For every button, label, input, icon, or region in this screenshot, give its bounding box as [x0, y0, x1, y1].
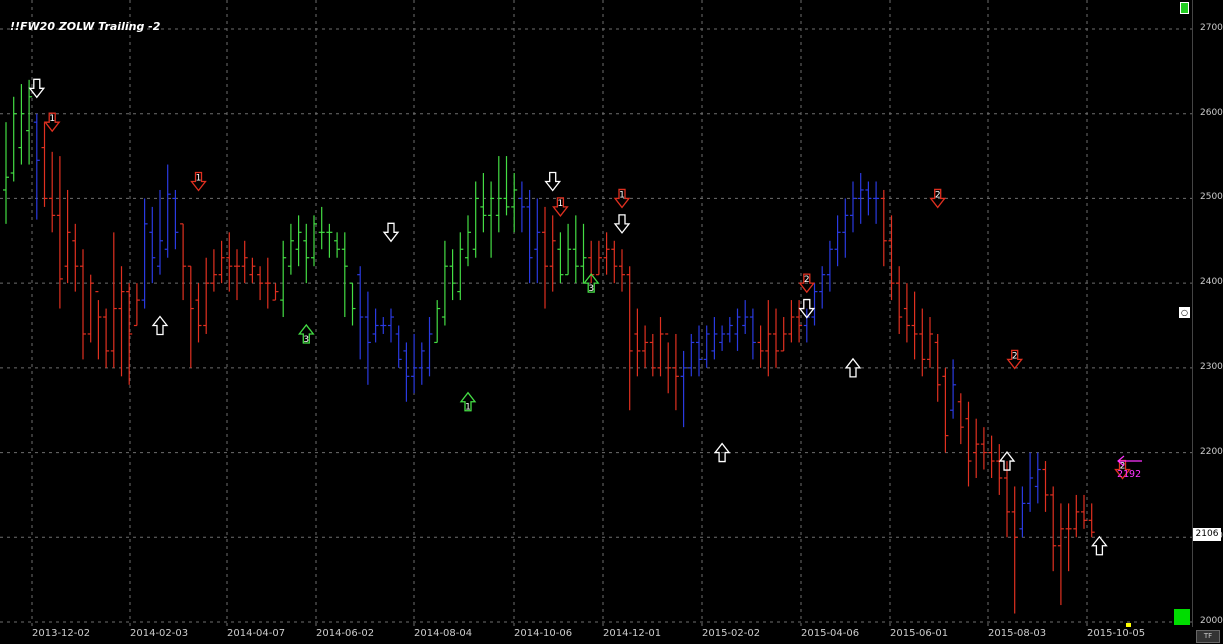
x-tick-label: 2014-04-07	[227, 628, 286, 639]
signal-label: 1	[465, 403, 471, 413]
signal-label: 1	[619, 190, 625, 200]
x-tick-label: 2014-08-04	[414, 628, 473, 639]
green-block-icon[interactable]	[1174, 609, 1190, 625]
signal-arrow-down	[613, 214, 631, 234]
y-tick-label: 2600	[1200, 107, 1223, 118]
x-tick-label: 2014-02-03	[130, 628, 189, 639]
signal-label: 2	[1012, 351, 1018, 361]
y-tick-label: 2500	[1200, 192, 1223, 203]
x-tick-label: 2015-10-05	[1087, 628, 1146, 639]
signal-arrow-down	[544, 171, 562, 192]
signal-label: 1	[196, 173, 202, 183]
signal-arrow-down	[28, 78, 46, 99]
x-tick-label: 2015-02-02	[702, 628, 761, 639]
y-tick-label: 2000	[1200, 616, 1223, 626]
y-tick-label: 2700	[1200, 23, 1223, 33]
signal-arrow-up	[1091, 535, 1108, 556]
signal-arrow-down	[382, 222, 400, 243]
time-axis[interactable]: 2013-12-02 2014-02-03 2014-04-07 2014-06-02…	[0, 627, 1192, 644]
last-price-badge: 2106	[1193, 528, 1221, 541]
x-tick-label: 2015-08-03	[988, 628, 1047, 639]
x-tick-label: 2014-06-02	[316, 628, 375, 639]
signal-label: 3	[303, 335, 309, 345]
timeframe-button[interactable]: TF	[1196, 630, 1220, 643]
y-tick-label: 2300	[1200, 361, 1223, 372]
x-tick-label: 2015-06-01	[890, 628, 949, 639]
signal-label: 3	[588, 284, 594, 294]
price-annotation-label: 2192	[1117, 469, 1142, 480]
x-tick-label: 2014-12-01	[603, 628, 662, 639]
x-tick-label: 2014-10-06	[514, 628, 573, 639]
signal-arrow-up	[151, 315, 169, 336]
signal-label: 2	[804, 275, 810, 285]
chart-area[interactable]: 11311312222 !!FW20 ZOLW Trailing -2 ○ 21…	[0, 0, 1192, 628]
y-tick-label: 2400	[1200, 277, 1223, 288]
signal-label: 1	[558, 199, 564, 209]
x-tick-label: 2015-04-06	[801, 628, 860, 639]
circle-icon[interactable]: ○	[1179, 307, 1190, 318]
y-tick-label: 2200	[1200, 446, 1223, 457]
signal-arrow-up	[844, 357, 862, 378]
chart-title: !!FW20 ZOLW Trailing -2	[10, 20, 161, 33]
x-tick-label: 2013-12-02	[32, 628, 91, 639]
signal-label: 1	[49, 114, 55, 124]
signal-label: 2	[935, 190, 941, 200]
green-square-icon[interactable]	[1180, 2, 1189, 14]
price-chart[interactable]: 11311312222	[0, 0, 1192, 627]
